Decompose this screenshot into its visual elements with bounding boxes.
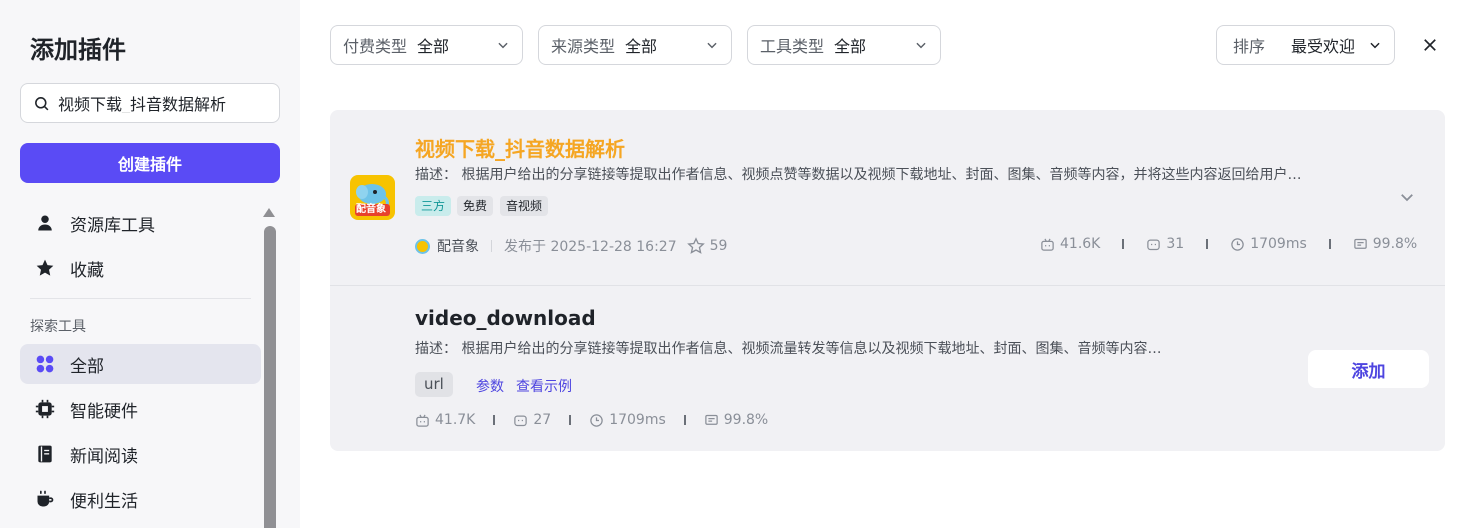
plugin-logo-text: 配音象: [356, 204, 386, 215]
meta-divider: [491, 240, 492, 252]
search-icon: [35, 96, 49, 110]
search-box[interactable]: [20, 83, 280, 123]
robot-icon: [416, 414, 429, 427]
success-rate: 99.8%: [1353, 236, 1417, 252]
sidebar: 添加插件 创建插件 资源库工具 收藏 探索工具 全部: [0, 0, 300, 528]
plugin-stats: 41.6K 31 1709ms 99.8%: [1040, 236, 1417, 252]
bot-icon: [514, 415, 528, 426]
cup-icon: [34, 488, 56, 510]
bot-icon: [1147, 239, 1161, 250]
sidebar-item-favorites[interactable]: 收藏: [20, 248, 261, 288]
plugin-description: 描述： 根据用户给出的分享链接等提取出作者信息、视频点赞等数据以及视频下载地址、…: [415, 167, 1302, 183]
sidebar-item-label: 全部: [70, 356, 104, 377]
sidebar-item-label: 新闻阅读: [70, 446, 138, 467]
stat-divider: [569, 415, 572, 425]
filter-value: 全部: [417, 37, 450, 56]
star-icon: [34, 257, 56, 279]
sidebar-item-daily-life[interactable]: 便利生活: [20, 479, 261, 519]
sort-label: 排序: [1233, 37, 1266, 56]
sidebar-item-label: 资源库工具: [70, 215, 155, 236]
chat-icon: [705, 414, 718, 425]
plugin-card[interactable]: 配音象 视频下载_抖音数据解析 描述： 根据用户给出的分享链接等提取出作者信息、…: [330, 110, 1445, 285]
chevron-down-icon: [707, 42, 717, 49]
search-input[interactable]: [58, 93, 268, 113]
scroll-up-arrow[interactable]: [263, 208, 275, 217]
filter-value: 全部: [834, 37, 867, 56]
robot-icon: [1041, 238, 1054, 251]
plugin-title[interactable]: 视频下载_抖音数据解析: [415, 133, 625, 162]
stat-divider: [1328, 239, 1331, 249]
dialog-title: 添加插件: [30, 36, 126, 64]
publish-time: 发布于 2025-12-28 16:27: [504, 239, 677, 255]
filter-label: 来源类型: [551, 37, 616, 56]
create-plugin-button[interactable]: 创建插件: [20, 143, 280, 183]
tool-title: video_download: [415, 306, 596, 330]
stat-divider: [1206, 239, 1209, 249]
stat-divider: [493, 415, 496, 425]
clock-icon: [590, 413, 603, 427]
user-icon: [34, 212, 56, 234]
book-icon: [34, 443, 56, 465]
call-count: 41.6K: [1040, 236, 1100, 252]
close-icon: [1424, 39, 1436, 51]
chevron-down-icon: [498, 42, 508, 49]
sidebar-item-library-tools[interactable]: 资源库工具: [20, 203, 261, 243]
sidebar-item-label: 智能硬件: [70, 401, 138, 422]
avg-latency: 1709ms: [1230, 236, 1307, 252]
bot-count: 31: [1146, 236, 1184, 252]
author-name[interactable]: 配音象: [437, 236, 479, 256]
param-tag: url: [415, 372, 453, 397]
sidebar-item-news-reading[interactable]: 新闻阅读: [20, 434, 261, 474]
call-count: 41.7K: [415, 412, 475, 428]
avg-latency: 1709ms: [589, 412, 666, 428]
chip-icon: [34, 398, 56, 420]
tag-third-party: 三方: [415, 196, 452, 216]
tag-audio-video: 音视频: [500, 196, 549, 216]
tool-description: 描述： 根据用户给出的分享链接等提取出作者信息、视频流量转发等信息以及视频下载地…: [415, 341, 1162, 357]
filter-label: 付费类型: [343, 37, 408, 56]
chevron-down-icon: [916, 42, 926, 49]
tag-free: 免费: [457, 196, 494, 216]
favorite-count[interactable]: 59: [686, 237, 727, 255]
sidebar-divider: [30, 298, 251, 299]
clock-icon: [1231, 237, 1244, 251]
tool-type-filter[interactable]: 工具类型 全部: [747, 25, 941, 65]
close-button[interactable]: [1418, 33, 1442, 57]
pay-type-filter[interactable]: 付费类型 全部: [330, 25, 523, 65]
filter-label: 工具类型: [760, 37, 825, 56]
plugin-meta: 配音象 发布于 2025-12-28 16:27 59: [415, 236, 727, 256]
star-outline-icon: [686, 237, 705, 254]
sidebar-scrollbar[interactable]: [264, 226, 276, 528]
filter-value: 全部: [625, 37, 658, 56]
tool-card: video_download 描述： 根据用户给出的分享链接等提取出作者信息、视…: [330, 285, 1445, 451]
author-avatar: [415, 238, 430, 254]
stat-divider: [683, 415, 686, 425]
chevron-down-icon: [1370, 42, 1380, 49]
bot-count: 27: [513, 412, 551, 428]
plugin-logo: 配音象: [350, 175, 395, 220]
sidebar-item-label: 便利生活: [70, 491, 138, 512]
chat-icon: [1354, 238, 1367, 249]
success-rate: 99.8%: [704, 412, 768, 428]
tool-stats: 41.7K 27 1709ms 99.8%: [415, 412, 768, 428]
source-type-filter[interactable]: 来源类型 全部: [538, 25, 732, 65]
stat-divider: [1122, 239, 1125, 249]
sort-select[interactable]: 排序 最受欢迎: [1216, 25, 1395, 65]
sidebar-item-smart-hardware[interactable]: 智能硬件: [20, 389, 261, 429]
add-tool-button[interactable]: 添加: [1308, 350, 1429, 388]
plugin-dialog: 添加插件 创建插件 资源库工具 收藏 探索工具 全部: [0, 0, 1458, 528]
section-label: 探索工具: [30, 319, 86, 335]
expand-chevron-icon[interactable]: [1398, 188, 1416, 206]
grid-icon: [34, 353, 56, 375]
params-link[interactable]: 参数: [476, 376, 504, 396]
sort-value: 最受欢迎: [1291, 37, 1356, 56]
view-example-link[interactable]: 查看示例: [516, 376, 572, 396]
sidebar-item-label: 收藏: [70, 260, 104, 281]
sidebar-item-all[interactable]: 全部: [20, 344, 261, 384]
